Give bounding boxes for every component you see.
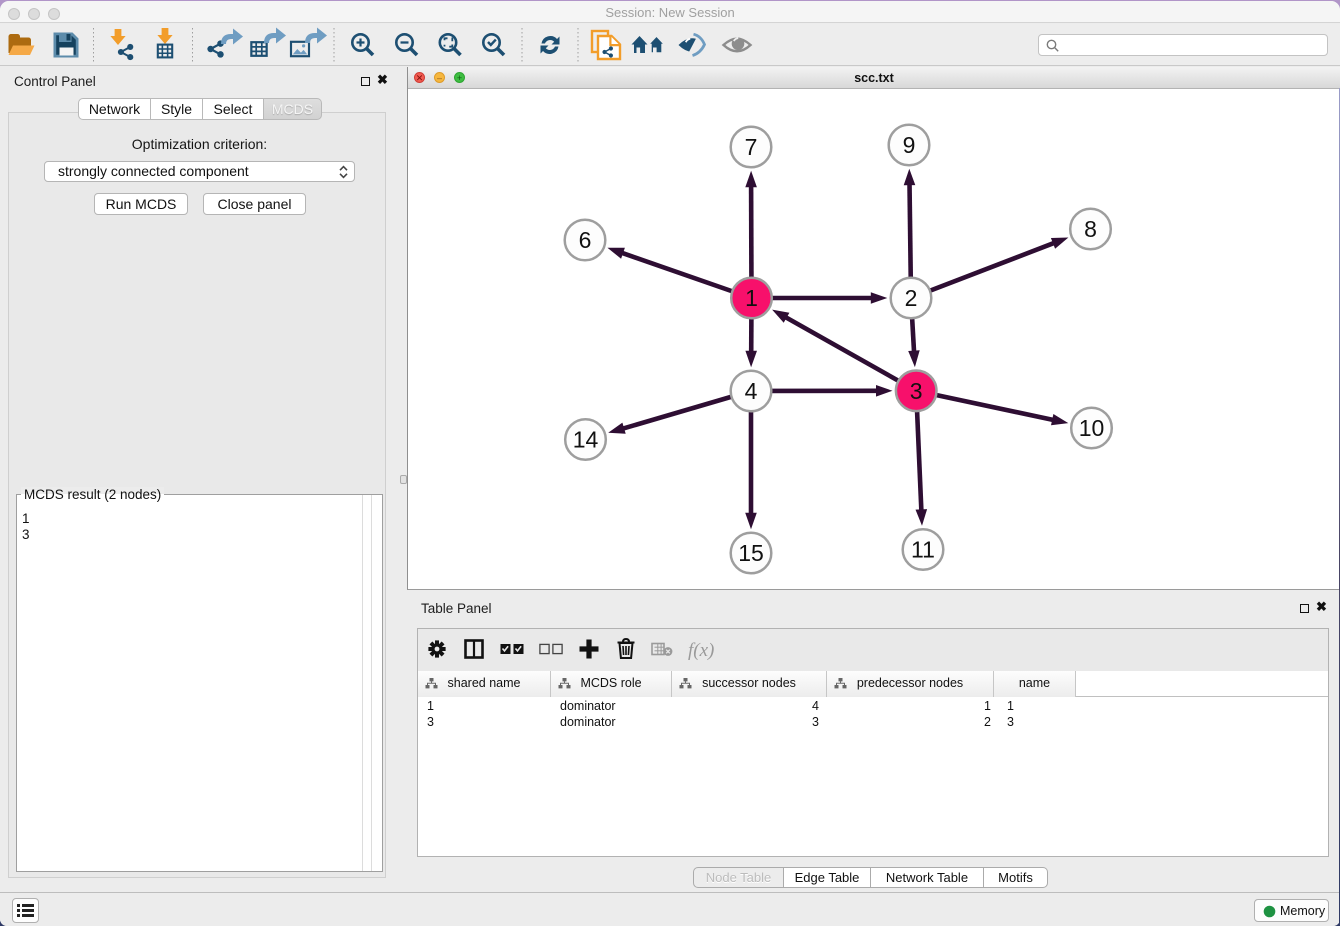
- svg-text:3: 3: [910, 378, 923, 404]
- svg-text:6: 6: [579, 227, 592, 253]
- svg-text:4: 4: [745, 378, 758, 404]
- svg-text:10: 10: [1079, 415, 1105, 441]
- svg-text:8: 8: [1084, 216, 1097, 242]
- svg-text:15: 15: [738, 540, 764, 566]
- svg-text:2: 2: [905, 285, 918, 311]
- svg-text:1: 1: [745, 285, 758, 311]
- svg-text:7: 7: [745, 134, 758, 160]
- svg-text:f(x): f(x): [688, 640, 714, 661]
- svg-text:14: 14: [573, 427, 599, 453]
- svg-text:11: 11: [911, 537, 935, 563]
- svg-text:9: 9: [903, 132, 916, 158]
